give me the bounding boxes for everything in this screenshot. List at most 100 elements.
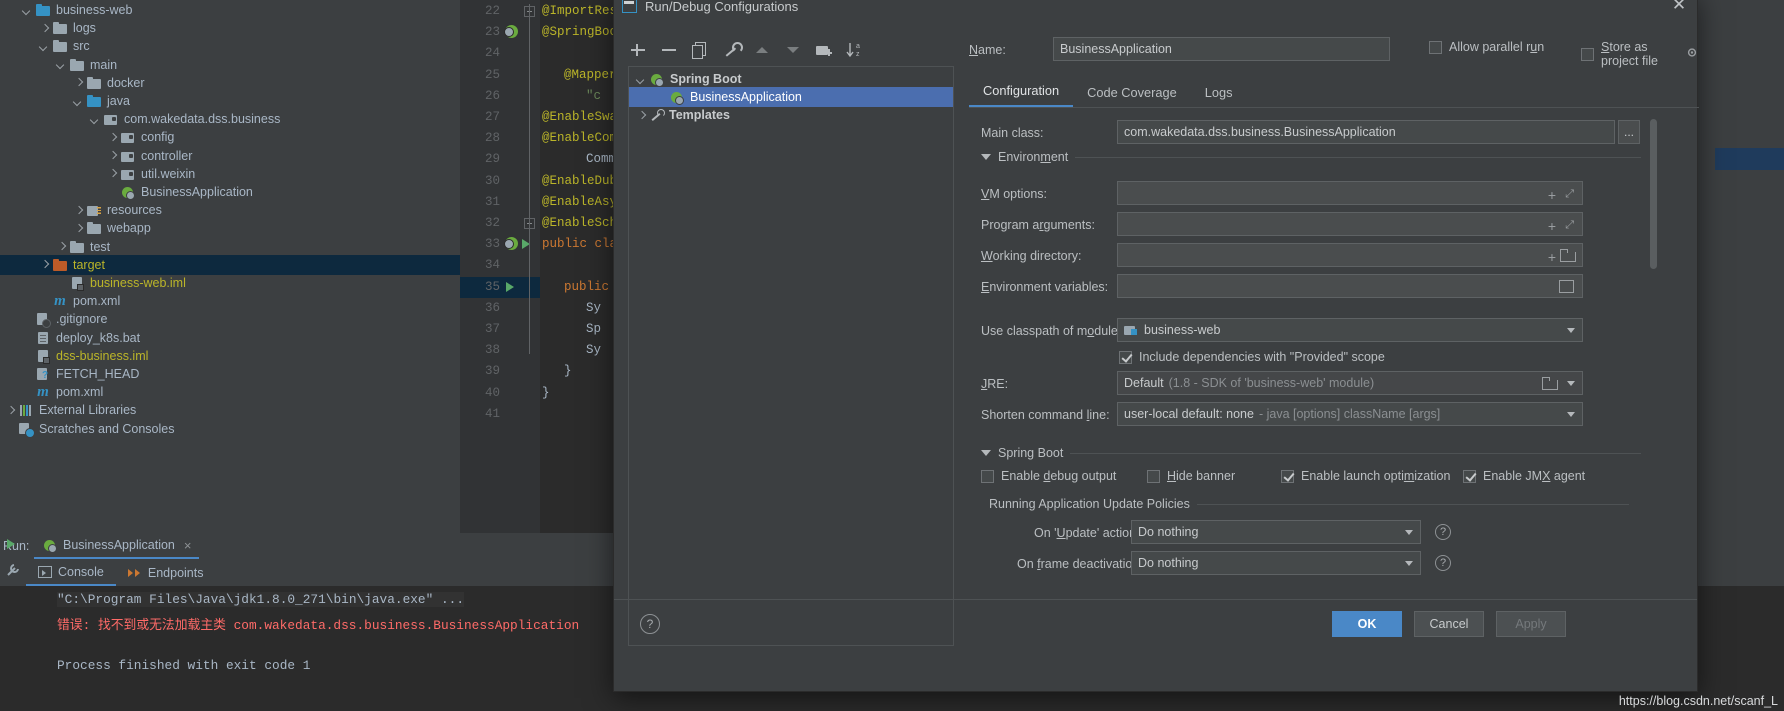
chevron-right-icon[interactable]: [55, 240, 68, 253]
dialog-title-bar[interactable]: Run/Debug Configurations: [614, 0, 1697, 19]
project-tree-item[interactable]: docker: [0, 73, 460, 93]
edit-templates-button[interactable]: [721, 40, 743, 60]
chevron-right-icon[interactable]: [72, 204, 85, 217]
hide-banner-checkbox[interactable]: Hide banner: [1147, 469, 1235, 483]
main-class-input[interactable]: com.wakedata.dss.business.BusinessApplic…: [1117, 120, 1615, 144]
detail-pane-scrollbar[interactable]: [1650, 119, 1657, 269]
on-update-action-combo[interactable]: Do nothing: [1131, 520, 1421, 544]
project-tree-item[interactable]: dss-business.iml: [0, 346, 460, 366]
vm-options-input[interactable]: + ⤢: [1117, 181, 1583, 205]
chevron-right-icon[interactable]: [106, 167, 119, 180]
chevron-down-icon[interactable]: [635, 73, 648, 86]
chevron-down-icon[interactable]: [72, 95, 85, 108]
configuration-tree-item[interactable]: Spring Boot: [629, 69, 953, 89]
checkbox-box[interactable]: [981, 469, 994, 483]
chevron-right-icon[interactable]: [38, 22, 51, 35]
project-tree-item[interactable]: test: [0, 237, 460, 257]
chevron-right-icon[interactable]: [635, 109, 648, 122]
plus-icon[interactable]: +: [1548, 218, 1556, 234]
run-subtabs[interactable]: Console Endpoints: [26, 560, 215, 586]
project-tree-item[interactable]: resources: [0, 200, 460, 220]
project-tree-item[interactable]: BusinessApplication: [0, 182, 460, 202]
project-tree-item[interactable]: src: [0, 36, 460, 56]
checkbox-box[interactable]: [1119, 350, 1132, 364]
ok-button[interactable]: OK: [1332, 611, 1402, 637]
project-tree-item[interactable]: External Libraries: [0, 400, 460, 420]
environment-section-header[interactable]: Environment: [981, 150, 1641, 164]
configurations-tree[interactable]: Spring Boot BusinessApplication Templates: [628, 66, 954, 646]
enable-launch-optimization-checkbox[interactable]: Enable launch optimization: [1281, 469, 1450, 483]
project-tree-item[interactable]: config: [0, 127, 460, 147]
remove-configuration-button[interactable]: [659, 40, 679, 60]
project-tree-item[interactable]: logs: [0, 18, 460, 38]
chevron-down-icon[interactable]: [1567, 328, 1575, 333]
configuration-tabs[interactable]: Configuration Code Coverage Logs: [969, 77, 1247, 107]
project-tree-item[interactable]: business-web: [0, 0, 460, 20]
sort-configurations-button[interactable]: a z: [845, 40, 865, 60]
checkbox-box[interactable]: [1429, 40, 1442, 54]
chevron-down-icon[interactable]: [1567, 381, 1575, 386]
environment-variables-input[interactable]: [1117, 274, 1583, 298]
include-provided-scope-checkbox[interactable]: Include dependencies with "Provided" sco…: [1119, 350, 1385, 364]
allow-parallel-run-checkbox[interactable]: Allow parallel run: [1429, 40, 1544, 54]
expand-icon[interactable]: ⤢: [1565, 188, 1574, 201]
project-tree-item[interactable]: .gitignore: [0, 309, 460, 329]
enable-debug-output-checkbox[interactable]: Enable debug output: [981, 469, 1116, 483]
project-tree-item[interactable]: util.weixin: [0, 164, 460, 184]
tab-endpoints[interactable]: Endpoints: [116, 560, 216, 586]
project-tree-item[interactable]: Scratches and Consoles: [0, 419, 460, 439]
shorten-command-line-combo[interactable]: user-local default: none - java [options…: [1117, 402, 1583, 426]
expand-icon[interactable]: ⤢: [1565, 219, 1574, 232]
browse-icon[interactable]: [1559, 280, 1574, 293]
chevron-right-icon[interactable]: [72, 222, 85, 235]
project-tree-item[interactable]: java: [0, 91, 460, 111]
name-input[interactable]: BusinessApplication: [1053, 37, 1390, 61]
run-debug-configurations-dialog[interactable]: Run/Debug Configurations ✕ a z Spring Bo…: [613, 0, 1699, 692]
project-tree-item[interactable]: m pom.xml: [0, 382, 460, 402]
on-frame-deactivation-combo[interactable]: Do nothing: [1131, 551, 1421, 575]
project-tree-item[interactable]: target: [0, 254, 460, 275]
move-down-button[interactable]: [783, 40, 803, 60]
configuration-tree-item[interactable]: BusinessApplication: [629, 87, 953, 107]
configuration-tree-item[interactable]: Templates: [629, 105, 953, 125]
chevron-down-icon[interactable]: [1567, 412, 1575, 417]
tab-console[interactable]: Console: [26, 560, 116, 586]
main-class-browse-button[interactable]: ...: [1618, 120, 1640, 144]
project-tree-item[interactable]: FETCH_HEAD: [0, 364, 460, 384]
project-tree-item[interactable]: com.wakedata.dss.business: [0, 109, 460, 129]
folder-icon[interactable]: [1542, 377, 1558, 390]
tab-logs[interactable]: Logs: [1191, 79, 1247, 107]
project-tree-item[interactable]: controller: [0, 146, 460, 166]
chevron-down-icon[interactable]: [1405, 561, 1413, 566]
project-tree-item[interactable]: main: [0, 55, 460, 75]
tab-code-coverage[interactable]: Code Coverage: [1073, 79, 1191, 107]
chevron-right-icon[interactable]: [106, 149, 119, 162]
chevron-right-icon[interactable]: [38, 258, 51, 271]
close-icon[interactable]: ✕: [1671, 0, 1687, 13]
project-tree-item[interactable]: business-web.iml: [0, 273, 460, 293]
plus-icon[interactable]: +: [1548, 249, 1556, 265]
new-folder-button[interactable]: [814, 40, 834, 60]
checkbox-box[interactable]: [1463, 469, 1476, 483]
checkbox-box[interactable]: [1147, 469, 1160, 483]
gear-icon[interactable]: [1685, 46, 1699, 63]
project-tree-item[interactable]: m pom.xml: [0, 291, 460, 311]
cancel-button[interactable]: Cancel: [1414, 611, 1484, 637]
jre-combo[interactable]: Default (1.8 - SDK of 'business-web' mod…: [1117, 371, 1583, 395]
plus-icon[interactable]: +: [1548, 187, 1556, 203]
folder-icon[interactable]: [1560, 249, 1576, 262]
on-frame-deactivation-help-icon[interactable]: ?: [1435, 555, 1451, 571]
on-update-action-help-icon[interactable]: ?: [1435, 524, 1451, 540]
program-arguments-input[interactable]: + ⤢: [1117, 212, 1583, 236]
project-tree-item[interactable]: deploy_k8s.bat: [0, 328, 460, 348]
store-as-project-file-checkbox[interactable]: Store as project file: [1581, 40, 1699, 68]
chevron-right-icon[interactable]: [4, 404, 17, 417]
tab-configuration[interactable]: Configuration: [969, 77, 1074, 107]
add-configuration-button[interactable]: [628, 40, 648, 60]
chevron-down-icon[interactable]: [55, 58, 68, 71]
configurations-toolbar[interactable]: a z: [628, 37, 958, 63]
chevron-down-icon[interactable]: [89, 113, 102, 126]
chevron-down-icon[interactable]: [38, 40, 51, 53]
use-classpath-combo[interactable]: business-web: [1117, 318, 1583, 342]
checkbox-box[interactable]: [1581, 47, 1594, 61]
